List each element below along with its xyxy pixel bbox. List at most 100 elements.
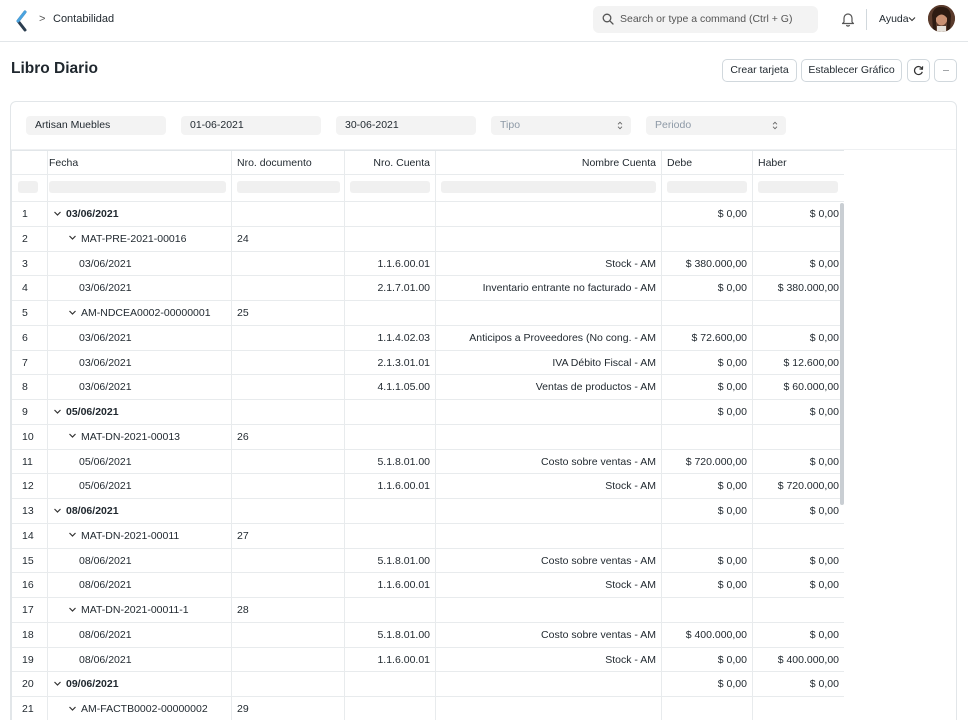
avatar[interactable] xyxy=(928,5,955,32)
cell-nro-documento: 24 xyxy=(232,226,345,251)
cell-haber: $ 0,00 xyxy=(753,549,844,573)
select-arrows-icon xyxy=(617,121,623,130)
table-row[interactable]: 2 MAT-PRE-2021-00016 24 xyxy=(12,226,844,252)
header-nro-cuenta[interactable]: Nro. Cuenta xyxy=(345,151,436,174)
chevron-down-icon[interactable] xyxy=(53,506,62,515)
table-row[interactable]: 19 08/06/2021 1.1.6.00.01 Stock - AM $ 0,00 $… xyxy=(12,647,844,673)
filter-cell-cuenta[interactable] xyxy=(345,175,436,201)
cell-nro-documento xyxy=(232,548,345,573)
create-card-button[interactable]: Crear tarjeta xyxy=(722,59,797,82)
table-row[interactable]: 4 03/06/2021 2.1.7.01.00 Inventario entrant… xyxy=(12,276,844,301)
more-actions-button[interactable]: ··· xyxy=(934,59,957,82)
filter-cell-fecha[interactable] xyxy=(48,175,232,201)
cell-fecha: 03/06/2021 xyxy=(48,202,232,226)
row-number: 2 xyxy=(12,226,48,251)
header-debe[interactable]: Debe xyxy=(662,151,753,174)
chevron-down-icon[interactable] xyxy=(68,431,77,440)
row-number: 4 xyxy=(12,276,48,300)
cell-fecha-text: MAT-DN-2021-00013 xyxy=(81,430,181,443)
cell-haber: $ 720.000,00 xyxy=(753,474,844,498)
chevron-down-icon[interactable] xyxy=(908,16,916,22)
cell-haber: $ 0,00 xyxy=(753,573,844,597)
chevron-down-icon[interactable] xyxy=(68,605,77,614)
table-row[interactable]: 3 03/06/2021 1.1.6.00.01 Stock - AM $ 380.00… xyxy=(12,251,844,277)
cell-haber: $ 0,00 xyxy=(753,450,844,474)
cell-fecha-text: 03/06/2021 xyxy=(79,356,132,369)
table-row[interactable]: 13 08/06/2021 $ 0,00 $ 0,00 xyxy=(12,499,844,524)
period-select[interactable]: Periodo xyxy=(646,116,786,135)
header-haber[interactable]: Haber xyxy=(753,151,844,174)
cell-fecha: 05/06/2021 xyxy=(48,474,232,498)
row-number: 9 xyxy=(12,400,48,424)
cell-debe xyxy=(662,598,753,622)
header-nombre-cuenta[interactable]: Nombre Cuenta xyxy=(436,151,662,174)
cell-fecha-text: 03/06/2021 xyxy=(79,331,132,344)
row-number: 15 xyxy=(12,548,48,573)
cell-nro-documento xyxy=(232,622,345,647)
table-row[interactable]: 20 09/06/2021 $ 0,00 $ 0,00 xyxy=(12,672,844,697)
breadcrumb-contabilidad[interactable]: Contabilidad xyxy=(53,13,114,25)
cell-debe: $ 400.000,00 xyxy=(662,622,753,647)
cell-debe: $ 0,00 xyxy=(662,202,753,226)
search-bar[interactable]: Search or type a command (Ctrl + G) xyxy=(593,6,818,33)
bell-icon[interactable] xyxy=(841,11,855,27)
cell-haber: $ 0,00 xyxy=(753,202,844,226)
table-row[interactable]: 10 MAT-DN-2021-00013 26 xyxy=(12,424,844,450)
table-row[interactable]: 8 03/06/2021 4.1.1.05.00 Ventas de producto… xyxy=(12,375,844,400)
cell-fecha-text: 08/06/2021 xyxy=(66,505,119,517)
set-chart-button[interactable]: Establecer Gráfico xyxy=(801,59,902,82)
cell-fecha: 03/06/2021 xyxy=(48,276,232,300)
table-row[interactable]: 17 MAT-DN-2021-00011-1 28 xyxy=(12,598,844,623)
table-row[interactable]: 5 AM-NDCEA0002-00000001 25 xyxy=(12,301,844,326)
chevron-down-icon[interactable] xyxy=(53,679,62,688)
table-row[interactable]: 9 05/06/2021 $ 0,00 $ 0,00 xyxy=(12,400,844,425)
filter-cell-nombre[interactable] xyxy=(436,175,662,201)
header-nro-documento[interactable]: Nro. documento xyxy=(232,151,345,174)
cell-debe xyxy=(662,697,753,720)
chevron-down-icon[interactable] xyxy=(68,530,77,539)
table-scrollbar[interactable] xyxy=(840,203,844,505)
type-select[interactable]: Tipo xyxy=(491,116,631,135)
table-row[interactable]: 21 AM-FACTB0002-00000002 29 xyxy=(12,697,844,720)
cell-fecha-text: 03/06/2021 xyxy=(79,381,132,394)
table-row[interactable]: 1 03/06/2021 $ 0,00 $ 0,00 xyxy=(12,202,844,227)
cell-nro-cuenta: 5.1.8.01.00 xyxy=(345,548,436,573)
table-row[interactable]: 11 05/06/2021 5.1.8.01.00 Costo sobre venta… xyxy=(12,449,844,475)
cell-nro-cuenta: 2.1.7.01.00 xyxy=(345,276,436,300)
from-date-filter[interactable]: 01-06-2021 xyxy=(181,116,321,135)
chevron-down-icon[interactable] xyxy=(53,407,62,416)
filter-row xyxy=(12,175,844,202)
cell-haber xyxy=(753,425,844,449)
header-fecha[interactable]: Fecha xyxy=(48,151,232,174)
table-row[interactable]: 12 05/06/2021 1.1.6.00.01 Stock - AM $ 0,00 $… xyxy=(12,474,844,499)
cell-nro-documento: 29 xyxy=(232,697,345,720)
cell-debe: $ 0,00 xyxy=(662,548,753,573)
row-number: 21 xyxy=(12,697,48,720)
app-logo-icon[interactable] xyxy=(14,10,28,32)
table-row[interactable]: 15 08/06/2021 5.1.8.01.00 Costo sobre venta… xyxy=(12,548,844,574)
chevron-down-icon[interactable] xyxy=(68,233,77,242)
table-row[interactable]: 6 03/06/2021 1.1.4.02.03 Anticipos a Provee… xyxy=(12,325,844,351)
cell-fecha: 08/06/2021 xyxy=(48,548,232,573)
filter-cell-haber[interactable] xyxy=(753,175,844,201)
to-date-filter[interactable]: 30-06-2021 xyxy=(336,116,476,135)
chevron-down-icon[interactable] xyxy=(53,209,62,218)
cell-debe: $ 720.000,00 xyxy=(662,449,753,474)
filter-cell-documento[interactable] xyxy=(232,175,345,201)
table-row[interactable]: 16 08/06/2021 1.1.6.00.01 Stock - AM $ 0,00 $… xyxy=(12,573,844,598)
table-row[interactable]: 7 03/06/2021 2.1.3.01.01 IVA Débito Fiscal … xyxy=(12,350,844,376)
help-menu[interactable]: Ayuda xyxy=(879,13,909,25)
cell-debe: $ 0,00 xyxy=(662,573,753,597)
filter-cell-debe[interactable] xyxy=(662,175,753,201)
chevron-down-icon[interactable] xyxy=(68,704,77,713)
cell-nro-documento xyxy=(232,350,345,375)
cell-haber: $ 400.000,00 xyxy=(753,648,844,672)
table-row[interactable]: 14 MAT-DN-2021-00011 27 xyxy=(12,523,844,549)
cell-debe: $ 0,00 xyxy=(662,499,753,523)
cell-nombre-cuenta: Stock - AM xyxy=(436,251,662,276)
company-filter[interactable]: Artisan Muebles xyxy=(26,116,166,135)
filter-cell-number xyxy=(12,175,48,201)
chevron-down-icon[interactable] xyxy=(68,308,77,317)
table-row[interactable]: 18 08/06/2021 5.1.8.01.00 Costo sobre venta… xyxy=(12,622,844,648)
refresh-button[interactable] xyxy=(907,59,930,82)
